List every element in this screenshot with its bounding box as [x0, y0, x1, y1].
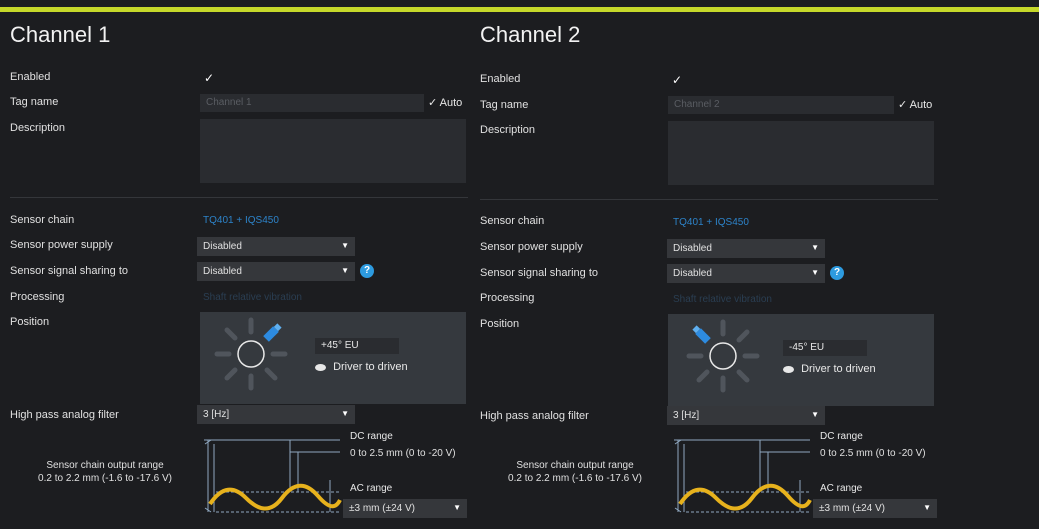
channel-title: Channel 2	[480, 22, 581, 47]
channel-2-panel: Channel 2 Enabled ✓ Tag name Channel 2 ✓…	[480, 12, 945, 529]
processing-link[interactable]: Shaft relative vibration	[203, 292, 302, 303]
channel-title: Channel 1	[10, 22, 111, 47]
output-range-value: 0.2 to 2.2 mm (-1.6 to -17.6 V)	[508, 473, 642, 484]
position-panel: -45° EU Driver to driven	[668, 314, 934, 406]
section-divider	[480, 199, 938, 200]
power-supply-value: Disabled	[673, 243, 712, 254]
tag-name-input[interactable]: Channel 2	[668, 96, 894, 114]
ac-range-label: AC range	[350, 483, 393, 494]
dropdown-arrow-icon: ▼	[811, 268, 819, 277]
range-diagram	[204, 439, 342, 513]
dc-range-value: 0 to 2.5 mm (0 to -20 V)	[350, 448, 456, 459]
range-diagram	[674, 439, 812, 513]
processing-label: Processing	[480, 292, 535, 304]
power-supply-label: Sensor power supply	[10, 239, 113, 251]
signal-sharing-select[interactable]: Disabled ▼	[667, 264, 825, 283]
hp-filter-select[interactable]: 3 [Hz] ▼	[667, 406, 825, 425]
signal-sharing-label: Sensor signal sharing to	[10, 265, 129, 277]
position-value-field[interactable]: -45° EU	[783, 340, 867, 356]
enabled-label: Enabled	[480, 73, 521, 85]
enabled-label: Enabled	[10, 71, 51, 83]
section-divider	[10, 197, 468, 198]
auto-check-icon: ✓	[428, 97, 438, 109]
eye-icon	[783, 365, 794, 373]
signal-sharing-value: Disabled	[203, 266, 242, 277]
tag-name-input[interactable]: Channel 1	[200, 94, 424, 112]
signal-sharing-select[interactable]: Disabled ▼	[197, 262, 355, 281]
hp-filter-value: 3 [Hz]	[673, 410, 700, 421]
dc-range-label: DC range	[350, 431, 393, 442]
hp-filter-label: High pass analog filter	[10, 409, 119, 421]
description-textarea[interactable]	[668, 121, 934, 185]
signal-sharing-label: Sensor signal sharing to	[480, 267, 599, 279]
shaft-diagram	[214, 317, 288, 391]
ac-wave	[208, 483, 342, 511]
dropdown-arrow-icon: ▼	[923, 503, 931, 512]
tag-name-label: Tag name	[480, 99, 529, 111]
position-label: Position	[10, 316, 50, 328]
ac-range-value: ±3 mm (±24 V)	[349, 503, 415, 514]
eye-icon	[315, 363, 326, 371]
channel-1-panel: Channel 1 Enabled ✓ Tag name Channel 1 ✓…	[10, 12, 475, 529]
output-range-title: Sensor chain output range	[516, 460, 634, 471]
ac-wave	[678, 483, 812, 511]
direction-label: Driver to driven	[801, 363, 876, 375]
auto-label: Auto	[439, 97, 463, 109]
ac-range-select[interactable]: ±3 mm (±24 V) ▼	[343, 499, 467, 518]
processing-link[interactable]: Shaft relative vibration	[673, 294, 772, 305]
hp-filter-label: High pass analog filter	[480, 410, 589, 422]
dropdown-arrow-icon: ▼	[341, 409, 349, 418]
help-icon[interactable]: ?	[830, 266, 844, 280]
sensor-chain-label: Sensor chain	[10, 214, 75, 226]
position-panel: +45° EU Driver to driven	[200, 312, 466, 404]
ac-range-label: AC range	[820, 483, 863, 494]
sensor-chain-link[interactable]: TQ401 + IQS450	[203, 215, 279, 226]
help-icon[interactable]: ?	[360, 264, 374, 278]
position-value-field[interactable]: +45° EU	[315, 338, 399, 354]
dc-range-label: DC range	[820, 431, 863, 442]
sensor-chain-link[interactable]: TQ401 + IQS450	[673, 217, 749, 228]
shaft-diagram	[686, 319, 760, 393]
tag-auto-toggle[interactable]: ✓ Auto	[898, 98, 932, 111]
direction-label: Driver to driven	[333, 361, 408, 373]
output-range-text: Sensor chain output range 0.2 to 2.2 mm …	[480, 459, 670, 485]
power-supply-select[interactable]: Disabled ▼	[667, 239, 825, 258]
description-label: Description	[480, 124, 536, 136]
dc-range-value: 0 to 2.5 mm (0 to -20 V)	[820, 448, 926, 459]
shaft-circle	[709, 342, 737, 370]
power-supply-label: Sensor power supply	[480, 241, 583, 253]
power-supply-select[interactable]: Disabled ▼	[197, 237, 355, 256]
dropdown-arrow-icon: ▼	[341, 241, 349, 250]
direction-toggle[interactable]: Driver to driven	[783, 363, 876, 375]
dropdown-arrow-icon: ▼	[811, 410, 819, 419]
description-label: Description	[10, 122, 66, 134]
enabled-checkbox[interactable]: ✓	[204, 71, 214, 85]
dropdown-arrow-icon: ▼	[811, 243, 819, 252]
signal-sharing-value: Disabled	[673, 268, 712, 279]
tag-name-label: Tag name	[10, 96, 59, 108]
sensor-probe-icon	[692, 325, 711, 344]
output-range-value: 0.2 to 2.2 mm (-1.6 to -17.6 V)	[38, 473, 172, 484]
hp-filter-value: 3 [Hz]	[203, 409, 230, 420]
sensor-probe-icon	[263, 323, 282, 342]
ac-range-select[interactable]: ±3 mm (±24 V) ▼	[813, 499, 937, 518]
sensor-chain-label: Sensor chain	[480, 215, 545, 227]
tag-auto-toggle[interactable]: ✓ Auto	[428, 96, 462, 109]
dropdown-arrow-icon: ▼	[453, 503, 461, 512]
description-textarea[interactable]	[200, 119, 466, 183]
output-range-text: Sensor chain output range 0.2 to 2.2 mm …	[10, 459, 200, 485]
enabled-checkbox[interactable]: ✓	[672, 73, 682, 87]
power-supply-value: Disabled	[203, 241, 242, 252]
processing-label: Processing	[10, 291, 65, 303]
shaft-circle	[237, 340, 265, 368]
auto-label: Auto	[909, 99, 933, 111]
dropdown-arrow-icon: ▼	[341, 266, 349, 275]
ac-range-value: ±3 mm (±24 V)	[819, 503, 885, 514]
hp-filter-select[interactable]: 3 [Hz] ▼	[197, 405, 355, 424]
output-range-title: Sensor chain output range	[46, 460, 164, 471]
direction-toggle[interactable]: Driver to driven	[315, 361, 408, 373]
auto-check-icon: ✓	[898, 99, 908, 111]
position-label: Position	[480, 318, 520, 330]
